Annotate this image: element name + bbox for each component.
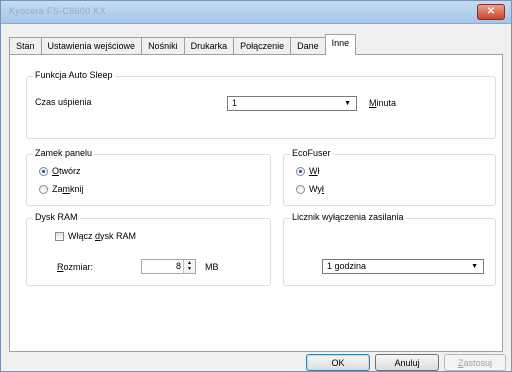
panel-lock-open-radio[interactable]: Otwórz bbox=[39, 166, 81, 176]
enable-ram-disk-label: Włącz dysk RAM bbox=[68, 231, 137, 241]
panel-lock-group: Zamek panelu Otwórz Zamknij bbox=[26, 148, 271, 206]
tab-nosniki[interactable]: Nośniki bbox=[141, 37, 185, 54]
ecofuser-title: EcoFuser bbox=[290, 148, 333, 158]
ram-size-stepper[interactable]: 8 ▲ ▼ bbox=[141, 259, 196, 274]
chevron-down-icon: ▼ bbox=[344, 100, 351, 107]
enable-ram-disk-checkbox[interactable]: Włącz dysk RAM bbox=[55, 231, 136, 241]
sleep-time-label: Czas uśpienia bbox=[35, 97, 92, 107]
tab-dane[interactable]: Dane bbox=[290, 37, 326, 54]
tab-inne[interactable]: Inne bbox=[324, 34, 357, 55]
tab-panel-inne: Funkcja Auto Sleep Czas uśpienia 1 ▼ Min… bbox=[9, 54, 503, 352]
close-icon: ✕ bbox=[486, 6, 496, 17]
panel-lock-title: Zamek panelu bbox=[33, 148, 95, 158]
apply-button[interactable]: Zastosuj bbox=[444, 354, 506, 371]
window-title: Kyocera FS-C8600 KX bbox=[9, 6, 106, 16]
ecofuser-on-radio[interactable]: Wł bbox=[296, 166, 320, 176]
panel-lock-close-radio[interactable]: Zamknij bbox=[39, 184, 84, 194]
tab-strip: Stan Ustawienia wejściowe Nośniki Drukar… bbox=[9, 34, 357, 55]
title-bar: Kyocera FS-C8600 KX ✕ bbox=[1, 1, 511, 24]
ecofuser-off-radio[interactable]: Wył bbox=[296, 184, 324, 194]
ecofuser-off-label: Wył bbox=[309, 184, 324, 194]
ecofuser-on-label: Wł bbox=[309, 166, 320, 176]
radio-unselected-icon bbox=[39, 184, 48, 194]
auto-sleep-title: Funkcja Auto Sleep bbox=[33, 70, 115, 80]
tab-polaczenie[interactable]: Połączenie bbox=[233, 37, 292, 54]
power-off-timer-value: 1 godzina bbox=[327, 261, 367, 271]
panel-lock-open-label: Otwórz bbox=[52, 166, 81, 176]
ram-disk-group: Dysk RAM Włącz dysk RAM Rozmiar: 8 ▲ ▼ MB bbox=[26, 212, 271, 286]
radio-selected-icon bbox=[39, 166, 48, 176]
panel-lock-close-label: Zamknij bbox=[52, 184, 84, 194]
sleep-time-dropdown[interactable]: 1 ▼ bbox=[227, 96, 357, 111]
dialog-window: Kyocera FS-C8600 KX ✕ Stan Ustawienia we… bbox=[0, 0, 512, 372]
checkbox-unchecked-icon bbox=[55, 231, 64, 241]
auto-sleep-group: Funkcja Auto Sleep Czas uśpienia 1 ▼ Min… bbox=[26, 70, 496, 139]
ok-button[interactable]: OK bbox=[306, 354, 370, 371]
ecofuser-group: EcoFuser Wł Wył bbox=[283, 148, 496, 206]
radio-unselected-icon bbox=[296, 184, 305, 194]
sleep-time-value: 1 bbox=[232, 98, 238, 108]
close-button[interactable]: ✕ bbox=[477, 4, 505, 20]
ram-disk-title: Dysk RAM bbox=[33, 212, 80, 222]
ram-size-label: Rozmiar: bbox=[57, 262, 94, 272]
power-off-timer-group: Licznik wyłączenia zasilania 1 godzina ▼ bbox=[283, 212, 496, 286]
tab-stan[interactable]: Stan bbox=[9, 37, 42, 54]
power-off-timer-title: Licznik wyłączenia zasilania bbox=[290, 212, 406, 222]
power-off-timer-dropdown[interactable]: 1 godzina ▼ bbox=[322, 259, 484, 274]
radio-selected-icon bbox=[296, 166, 305, 176]
stepper-arrows-icon[interactable]: ▲ ▼ bbox=[183, 260, 195, 273]
cancel-button[interactable]: Anuluj bbox=[375, 354, 439, 371]
chevron-down-icon: ▼ bbox=[471, 263, 478, 270]
sleep-unit-label: Minuta bbox=[369, 98, 397, 108]
tab-drukarka[interactable]: Drukarka bbox=[183, 37, 235, 54]
ram-size-value: 8 bbox=[175, 261, 181, 271]
tab-ustawienia-wejsciowe[interactable]: Ustawienia wejściowe bbox=[40, 37, 143, 54]
ram-size-unit: MB bbox=[205, 262, 219, 272]
